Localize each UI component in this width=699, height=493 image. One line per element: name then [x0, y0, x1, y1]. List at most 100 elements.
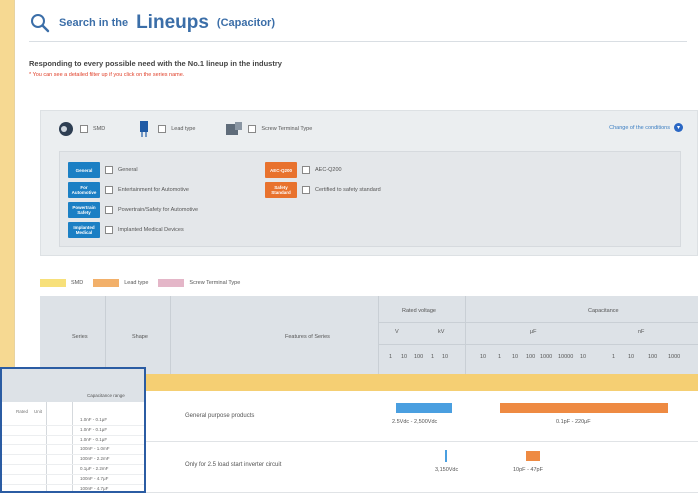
- cap-tick: 1000: [668, 354, 681, 360]
- category-label: General: [118, 167, 138, 173]
- title-prefix: Search in the: [59, 17, 129, 29]
- header-divider: [465, 296, 466, 374]
- legend-swatch: [93, 279, 120, 287]
- category-label: Implanted Medical Devices: [118, 227, 184, 233]
- cap-tick: 10: [512, 354, 519, 360]
- type-filter-screw[interactable]: Screw Terminal Type: [225, 120, 332, 138]
- category-item-general[interactable]: General General: [68, 160, 198, 180]
- category-item-automotive[interactable]: For Automotive Entertainment for Automot…: [68, 180, 198, 200]
- type-label-screw: Screw Terminal Type: [261, 125, 313, 132]
- legend-label: SMD: [71, 280, 84, 286]
- header-features: Features of Series: [285, 334, 330, 340]
- inset-value: 1.0nF - 0.1μF: [80, 426, 108, 432]
- category-checkbox[interactable]: [105, 186, 113, 194]
- header-rated-voltage: Rated voltage: [402, 308, 436, 314]
- header-shape: Shape: [132, 334, 148, 340]
- chevron-down-icon: ▾: [674, 123, 683, 132]
- header-series: Series: [72, 334, 88, 340]
- legend-item-lead: Lead type: [93, 279, 148, 287]
- filter-panel: SMD Lead type Screw Terminal Type Change…: [40, 110, 698, 256]
- inset-row: 100nF - 4.7μF: [2, 475, 144, 485]
- inset-row: 1.0nF - 0.1μF: [2, 426, 144, 436]
- hint-note: * You can see a detailed filter up if yo…: [29, 72, 185, 78]
- inset-row: 1.0nF - 0.1μF: [2, 436, 144, 446]
- row-feature: Only for 2.5 load start inverter circuit: [185, 462, 282, 468]
- capacitance-range-inset: Capacitance range Rated Unit 1.0nF - 0.1…: [0, 367, 146, 493]
- category-checkbox[interactable]: [105, 226, 113, 234]
- category-checkbox[interactable]: [302, 166, 310, 174]
- category-panel: General General For Automotive Entertain…: [59, 151, 681, 247]
- smd-chip-icon: [57, 120, 75, 138]
- title-divider: [29, 41, 687, 42]
- category-tag: Safety Standard: [265, 182, 297, 198]
- capacitance-range-label: 10pF - 47pF: [513, 467, 543, 473]
- category-label: Powertrain/Safety for Automotive: [118, 207, 199, 213]
- header-capacitance: Capacitance: [588, 308, 619, 314]
- legend-item-screw: Screw Terminal Type: [158, 279, 240, 287]
- type-label-smd: SMD: [93, 125, 106, 132]
- lead-type-checkbox[interactable]: [158, 124, 167, 133]
- inset-row: 100nF - 2.2mF: [2, 455, 144, 465]
- inset-value: 1.0nF - 0.1μF: [80, 417, 108, 422]
- cap-tick: 10: [628, 354, 635, 360]
- type-filter-smd[interactable]: SMD: [57, 120, 125, 138]
- type-label-lead: Lead type: [171, 125, 196, 132]
- category-tag: For Automotive: [68, 182, 100, 198]
- page-title: Search in the Lineups (Capacitor): [29, 8, 275, 38]
- voltage-range-label: 3,150Vdc: [435, 467, 459, 473]
- inset-value: 100nF - 2.2mF: [80, 456, 110, 462]
- cap-tick: 1: [612, 354, 616, 360]
- row-feature: General purpose products: [185, 413, 255, 419]
- voltage-tick: 1: [389, 354, 393, 360]
- inset-value: 1.0nF - 0.1μF: [80, 436, 108, 442]
- inset-value: 100nF - 1.0mF: [80, 446, 110, 452]
- header-unit-uf: μF: [530, 329, 537, 335]
- title-suffix: (Capacitor): [216, 17, 275, 29]
- category-checkbox[interactable]: [105, 166, 113, 174]
- category-tag: General: [68, 162, 100, 178]
- title-main: Lineups: [136, 12, 209, 33]
- voltage-range-bar: [445, 450, 447, 462]
- category-item-powertrain[interactable]: Powertrain Safety Powertrain/Safety for …: [68, 200, 198, 220]
- category-label: Entertainment for Automotive: [118, 187, 189, 193]
- category-tag: AEC-Q200: [265, 162, 297, 178]
- voltage-range-label: 2.5Vdc - 2,500Vdc: [392, 419, 438, 425]
- header-divider: [170, 296, 171, 374]
- category-tag: Implanted Medical: [68, 222, 100, 238]
- category-tag: Powertrain Safety: [68, 202, 100, 218]
- smd-checkbox[interactable]: [80, 124, 88, 133]
- legend-label: Screw Terminal Type: [189, 280, 241, 286]
- category-label: AEC-Q200: [315, 167, 342, 173]
- inset-row: 1.0nF - 0.1μF: [2, 416, 144, 426]
- capacitance-range-bar: [500, 403, 668, 413]
- category-item-safety[interactable]: Safety Standard Certified to safety stan…: [265, 180, 381, 200]
- type-filter-row: SMD Lead type Screw Terminal Type: [41, 111, 697, 146]
- voltage-tick: 10: [442, 354, 449, 360]
- header-divider: [378, 296, 379, 374]
- cap-tick: 10: [480, 354, 487, 360]
- header-unit-nf: nF: [638, 329, 645, 335]
- category-checkbox[interactable]: [302, 186, 310, 194]
- inset-row: 100nF - 4.7μF: [2, 485, 144, 493]
- header-divider: [378, 344, 698, 345]
- category-column-left: General General For Automotive Entertain…: [68, 160, 198, 240]
- change-conditions-link[interactable]: Change of the conditions ▾: [609, 123, 683, 132]
- page-subtitle: Responding to every possible need with t…: [29, 59, 282, 68]
- category-item-medical[interactable]: Implanted Medical Implanted Medical Devi…: [68, 220, 198, 240]
- capacitance-range-bar: [526, 451, 540, 461]
- screw-terminal-checkbox[interactable]: [248, 124, 257, 133]
- inset-rows: 1.0nF - 0.1μF 1.0nF - 0.1μF 1.0nF - 0.1μ…: [2, 416, 144, 493]
- cap-tick: 1: [498, 354, 502, 360]
- type-legend: SMD Lead type Screw Terminal Type: [40, 279, 240, 287]
- type-filter-lead[interactable]: Lead type: [135, 120, 215, 138]
- category-checkbox[interactable]: [105, 206, 113, 214]
- inset-col-rated: Rated: [16, 409, 29, 414]
- search-icon: [31, 14, 50, 33]
- cap-tick: 100: [526, 354, 536, 360]
- header-unit-v: V: [395, 329, 399, 335]
- category-item-aec[interactable]: AEC-Q200 AEC-Q200: [265, 160, 381, 180]
- inset-title: Capacitance range: [87, 393, 125, 398]
- header-divider: [378, 322, 698, 323]
- capacitance-range-label: 0.1pF - 220μF: [556, 419, 591, 425]
- voltage-range-bar: [396, 403, 452, 413]
